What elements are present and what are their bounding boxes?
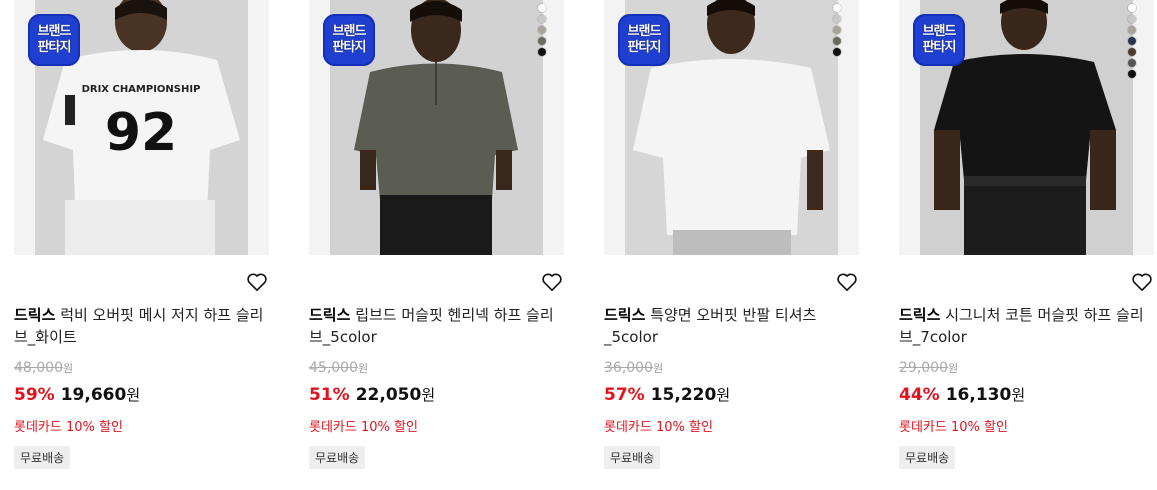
original-price: 29,000원 [899,360,959,376]
original-price: 36,000원 [604,360,664,376]
sale-price: 19,660 [60,385,127,405]
product-title[interactable]: 드릭스 럭비 오버핏 메시 저지 하프 슬리브_화이트 [14,304,264,348]
color-swatch [1128,48,1136,56]
brand-fantasy-badge: 브랜드 판타지 [28,14,80,66]
product-thumbnail[interactable]: 브랜드 판타지 [309,0,564,255]
product-title[interactable]: 드릭스 시그니처 코튼 머슬핏 하프 슬리브_7color [899,304,1149,348]
color-swatch [833,26,841,34]
color-swatch [1128,59,1136,67]
color-swatch [1128,70,1136,78]
product-title[interactable]: 드릭스 립브드 머슬핏 헨리넥 하프 슬리브_5color [309,304,559,348]
color-swatch [538,4,546,12]
color-swatches [833,4,841,56]
free-shipping-tag: 무료배송 [604,446,661,469]
discount-rate: 59% [14,385,55,405]
card-promo: 롯데카드 10% 할인 [604,420,713,435]
color-swatch [1128,15,1136,23]
color-swatch [538,48,546,56]
product-title[interactable]: 드릭스 특양면 오버핏 반팔 티셔츠_5color [604,304,854,348]
product-card[interactable]: 브랜드 판타지 드릭스 시그니처 코튼 머슬핏 하프 슬리브_7color 29,… [899,0,1155,490]
sale-price: 16,130 [945,385,1012,405]
color-swatch [833,4,841,12]
svg-text:92: 92 [105,103,177,163]
product-thumbnail[interactable]: DRIX CHAMPIONSHIP 92 브랜드 판타지 [14,0,269,255]
card-promo: 롯데카드 10% 할인 [899,420,1008,435]
discount-rate: 51% [309,385,350,405]
heart-icon[interactable] [246,272,268,292]
discount-rate: 44% [899,385,940,405]
product-thumbnail[interactable]: 브랜드 판타지 [899,0,1154,255]
price-row: 57% 15,220원 [604,385,731,405]
price-row: 59% 19,660원 [14,385,141,405]
color-swatch [1128,4,1136,12]
color-swatch [1128,26,1136,34]
sale-price: 22,050 [355,385,422,405]
color-swatch [833,37,841,45]
sale-price: 15,220 [650,385,717,405]
color-swatch [538,37,546,45]
discount-rate: 57% [604,385,645,405]
original-price: 48,000원 [14,360,74,376]
free-shipping-tag: 무료배송 [309,446,366,469]
heart-icon[interactable] [836,272,858,292]
heart-icon[interactable] [1131,272,1153,292]
product-thumbnail[interactable]: 브랜드 판타지 [604,0,859,255]
product-card[interactable]: 브랜드 판타지 드릭스 특양면 오버핏 반팔 티셔츠_5color 36,000원… [604,0,860,490]
original-price: 45,000원 [309,360,369,376]
free-shipping-tag: 무료배송 [14,446,71,469]
color-swatch [833,48,841,56]
brand-fantasy-badge: 브랜드 판타지 [618,14,670,66]
product-grid: DRIX CHAMPIONSHIP 92 브랜드 판타지 드릭스 럭비 오버핏 메… [0,0,1157,490]
brand-name: 드릭스 [604,306,646,324]
product-card[interactable]: DRIX CHAMPIONSHIP 92 브랜드 판타지 드릭스 럭비 오버핏 메… [14,0,270,490]
card-promo: 롯데카드 10% 할인 [14,420,123,435]
color-swatch [538,26,546,34]
price-row: 51% 22,050원 [309,385,436,405]
product-card[interactable]: 브랜드 판타지 드릭스 립브드 머슬핏 헨리넥 하프 슬리브_5color 45,… [309,0,565,490]
color-swatch [833,15,841,23]
color-swatch [1128,37,1136,45]
color-swatches [538,4,546,56]
price-row: 44% 16,130원 [899,385,1026,405]
brand-name: 드릭스 [309,306,351,324]
brand-name: 드릭스 [14,306,56,324]
brand-fantasy-badge: 브랜드 판타지 [913,14,965,66]
color-swatch [538,15,546,23]
brand-fantasy-badge: 브랜드 판타지 [323,14,375,66]
heart-icon[interactable] [541,272,563,292]
free-shipping-tag: 무료배송 [899,446,956,469]
color-swatches [1128,4,1136,78]
card-promo: 롯데카드 10% 할인 [309,420,418,435]
brand-name: 드릭스 [899,306,941,324]
svg-text:DRIX CHAMPIONSHIP: DRIX CHAMPIONSHIP [82,84,201,95]
